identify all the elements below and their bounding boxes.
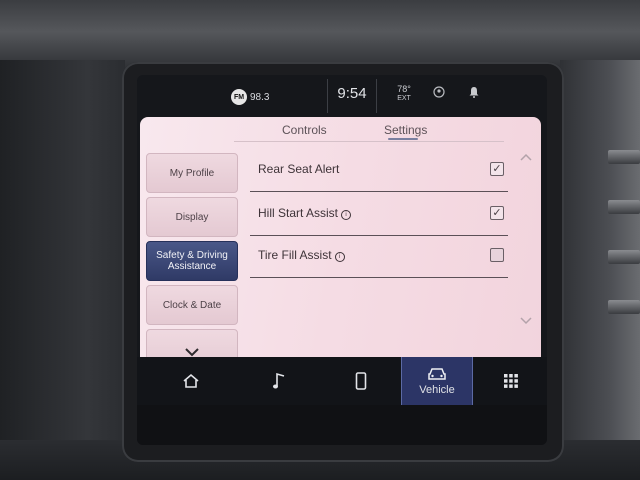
settings-panel: Controls Settings My Profile Display Saf…: [140, 117, 541, 394]
radio-station: 98.3: [250, 91, 270, 103]
air-vent-slat: [608, 200, 640, 214]
air-vent-slat: [608, 300, 640, 314]
dashboard-left: [0, 60, 125, 480]
fm-icon: FM: [231, 89, 247, 105]
vehicle-icon: [428, 367, 446, 380]
nav-apps[interactable]: [475, 357, 547, 405]
air-vent-slat: [608, 250, 640, 264]
nav-vehicle-label: Vehicle: [419, 383, 455, 396]
apps-grid-icon: [504, 374, 518, 388]
hill-start-assist-checkbox[interactable]: ✓: [490, 206, 504, 220]
setting-label: Tire Fill Assist: [258, 248, 332, 262]
temperature-value: 78°: [397, 84, 411, 94]
notification-bell-icon[interactable]: [468, 86, 480, 101]
nav-vehicle[interactable]: Vehicle: [401, 357, 473, 405]
tab-settings[interactable]: Settings: [384, 123, 427, 137]
phone-icon: [355, 372, 367, 390]
dashboard-right: [560, 60, 640, 480]
music-icon: [273, 372, 285, 389]
sidebar-item-my-profile[interactable]: My Profile: [146, 153, 238, 193]
bottom-nav: Vehicle: [137, 357, 547, 405]
chevron-down-icon: [520, 317, 532, 325]
rear-seat-alert-checkbox[interactable]: ✓: [490, 162, 504, 176]
chevron-down-icon: [185, 347, 199, 356]
sidebar-item-clock-date[interactable]: Clock & Date: [146, 285, 238, 325]
tab-divider: [234, 141, 504, 142]
scroll-down-button[interactable]: [520, 313, 532, 328]
nav-media[interactable]: [243, 357, 315, 405]
home-icon: [183, 373, 199, 388]
nav-phone[interactable]: [325, 357, 397, 405]
setting-label-wrap: Hill Start Assist i: [258, 206, 352, 220]
sidebar-item-label: My Profile: [169, 167, 215, 179]
setting-label: Rear Seat Alert: [258, 162, 340, 176]
nav-home[interactable]: [155, 357, 227, 405]
clock: 9:54: [337, 85, 367, 102]
driver-icon[interactable]: [433, 86, 445, 101]
sidebar-item-label: Clock & Date: [162, 299, 222, 311]
setting-row-tire-fill-assist[interactable]: Tire Fill Assisti ✓: [250, 235, 508, 278]
radio-indicator[interactable]: FM 98.3: [231, 89, 269, 105]
setting-label-wrap: Tire Fill Assist i: [258, 248, 345, 262]
sidebar-item-display[interactable]: Display: [146, 197, 238, 237]
setting-row-rear-seat-alert[interactable]: Rear Seat Alert ✓: [250, 149, 508, 192]
chevron-up-icon: [520, 153, 532, 161]
air-vent-slat: [608, 150, 640, 164]
active-tab-indicator: [388, 138, 418, 140]
sidebar-item-label: Display: [175, 211, 209, 223]
sidebar-item-safety-driving-assistance[interactable]: Safety & Driving Assistance: [146, 241, 238, 281]
clock-box: 9:54: [327, 79, 377, 113]
scroll-up-button[interactable]: [520, 149, 532, 164]
outside-temperature: 78° EXT: [392, 84, 416, 104]
status-bar: FM 98.3 9:54 78° EXT: [137, 75, 547, 117]
info-icon[interactable]: i: [334, 252, 345, 262]
setting-row-hill-start-assist[interactable]: Hill Start Assist i ✓: [250, 193, 508, 236]
setting-label: Hill Start Assist: [258, 206, 339, 220]
tire-fill-assist-checkbox[interactable]: ✓: [490, 248, 504, 262]
screen-bottom-edge: [137, 405, 547, 445]
temperature-label: EXT: [397, 95, 411, 102]
info-icon[interactable]: i: [341, 210, 352, 220]
infotainment-screen: FM 98.3 9:54 78° EXT Controls Settings M…: [137, 75, 547, 445]
sidebar-item-label: Safety & Driving Assistance: [156, 250, 228, 272]
tab-controls[interactable]: Controls: [282, 123, 327, 137]
